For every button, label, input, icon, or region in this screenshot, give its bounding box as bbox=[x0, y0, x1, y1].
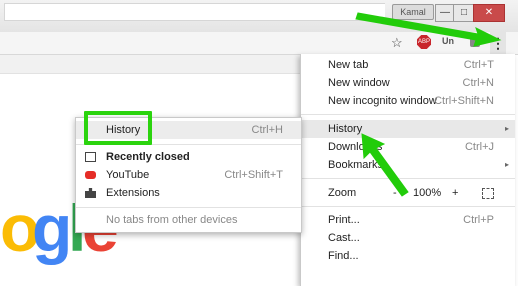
annotation-arrows bbox=[355, 12, 502, 197]
arrow-to-history-item bbox=[361, 133, 409, 197]
arrow-to-menu-icon bbox=[355, 12, 502, 47]
